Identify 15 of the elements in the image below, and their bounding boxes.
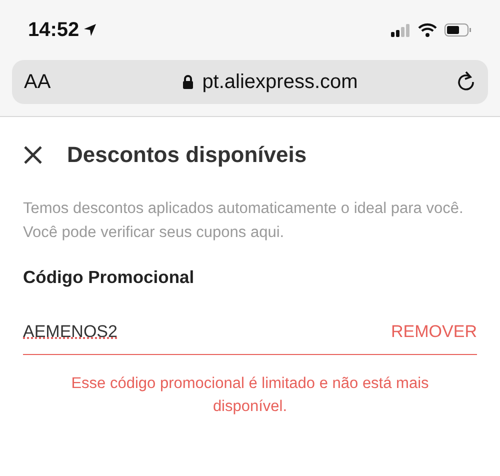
signal-icon — [391, 24, 411, 36]
lock-icon — [182, 74, 194, 90]
section-label: Código Promocional — [23, 267, 196, 288]
error-message: Esse código promocional é limitado e não está mais disponível. — [70, 374, 430, 417]
wifi-icon — [418, 23, 437, 37]
close-button[interactable] — [23, 145, 43, 165]
text-size-button[interactable]: AA — [24, 70, 84, 94]
panel-title: Descontos disponíveis — [67, 142, 307, 168]
url-text[interactable]: pt.aliexpress.com — [202, 70, 358, 94]
reload-icon[interactable] — [456, 71, 476, 93]
promo-code-field[interactable]: AEMENOS2 REMOVER — [23, 322, 477, 355]
location-arrow-icon — [83, 23, 98, 37]
battery-icon — [444, 23, 472, 37]
description-text: Temos descontos aplicados automaticamente o ideal para você. Você pode verificar seus cupons aqui. — [23, 199, 464, 243]
clock-time: 14:52 — [28, 18, 98, 42]
